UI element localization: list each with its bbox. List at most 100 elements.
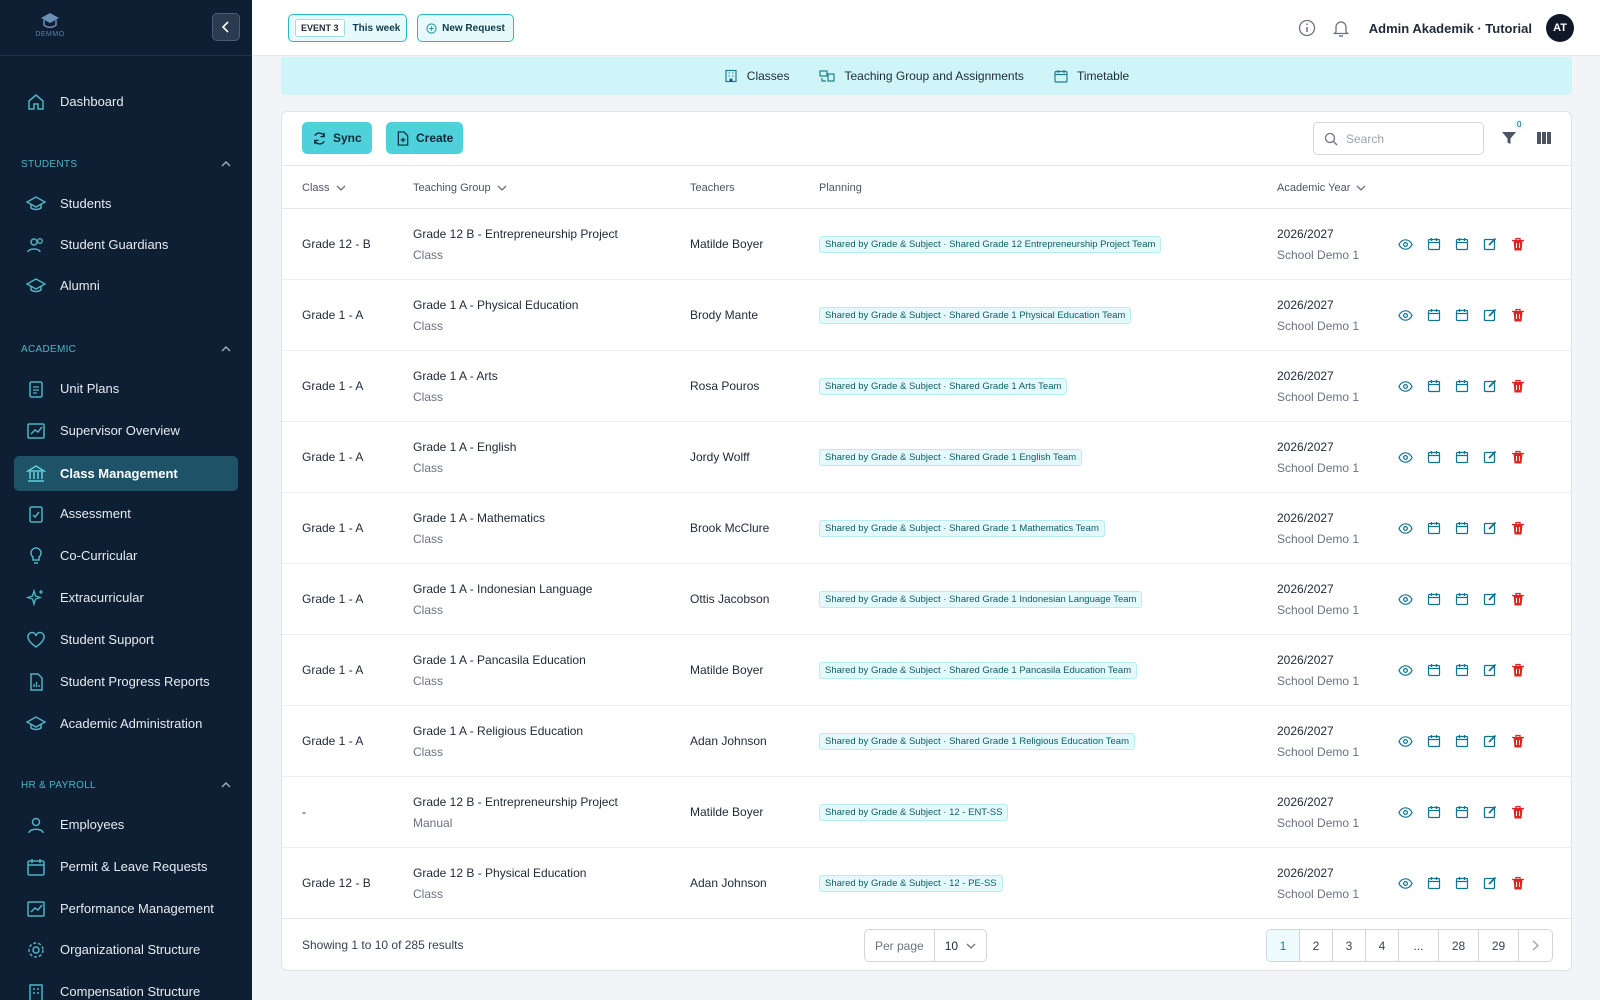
- new-request-button[interactable]: New Request: [417, 14, 514, 42]
- edit-icon[interactable]: [1481, 591, 1498, 608]
- delete-icon[interactable]: [1509, 591, 1526, 608]
- delete-icon[interactable]: [1509, 520, 1526, 537]
- per-page-select[interactable]: 10: [935, 930, 986, 961]
- sidebar-item-academic-administration[interactable]: Academic Administration: [14, 706, 238, 741]
- page-button-3[interactable]: 3: [1333, 930, 1366, 961]
- sidebar-item-extracurricular[interactable]: Extracurricular: [14, 580, 238, 615]
- app-logo[interactable]: DEMMO: [32, 12, 68, 40]
- timetable-icon[interactable]: [1453, 591, 1470, 608]
- edit-icon[interactable]: [1481, 520, 1498, 537]
- view-icon[interactable]: [1397, 449, 1414, 466]
- timetable-icon[interactable]: [1453, 875, 1470, 892]
- search-input[interactable]: [1346, 131, 1466, 146]
- calendar-icon[interactable]: [1425, 591, 1442, 608]
- bell-icon[interactable]: [1331, 18, 1351, 38]
- calendar-icon[interactable]: [1425, 804, 1442, 821]
- column-header-academic-year[interactable]: Academic Year: [1277, 166, 1366, 209]
- edit-icon[interactable]: [1481, 733, 1498, 750]
- sidebar-item-employees[interactable]: Employees: [14, 807, 238, 842]
- page-button-28[interactable]: 28: [1439, 930, 1479, 961]
- calendar-icon[interactable]: [1425, 236, 1442, 253]
- edit-icon[interactable]: [1481, 804, 1498, 821]
- view-icon[interactable]: [1397, 804, 1414, 821]
- event-chip[interactable]: EVENT 3 This week: [288, 14, 408, 42]
- calendar-icon[interactable]: [1425, 307, 1442, 324]
- delete-icon[interactable]: [1509, 449, 1526, 466]
- page-button-4[interactable]: 4: [1366, 930, 1399, 961]
- sidebar-item-student-support[interactable]: Student Support: [14, 622, 238, 657]
- sidebar-item-compensation-structure[interactable]: Compensation Structure: [14, 974, 238, 1000]
- create-button[interactable]: Create: [386, 122, 464, 154]
- delete-icon[interactable]: [1509, 733, 1526, 750]
- page-button-29[interactable]: 29: [1479, 930, 1519, 961]
- delete-icon[interactable]: [1509, 378, 1526, 395]
- sidebar-item-alumni[interactable]: Alumni: [14, 268, 238, 303]
- calendar-icon[interactable]: [1425, 662, 1442, 679]
- tab-teaching-group[interactable]: Teaching Group and Assignments: [819, 69, 1024, 83]
- collapse-sidebar-button[interactable]: [212, 13, 240, 41]
- timetable-icon[interactable]: [1453, 236, 1470, 253]
- column-header-teaching-group[interactable]: Teaching Group: [413, 166, 507, 209]
- avatar[interactable]: AT: [1546, 14, 1574, 42]
- section-academic[interactable]: ACADEMIC: [21, 341, 231, 357]
- timetable-icon[interactable]: [1453, 733, 1470, 750]
- tab-classes[interactable]: Classes: [724, 69, 789, 83]
- edit-icon[interactable]: [1481, 875, 1498, 892]
- view-icon[interactable]: [1397, 520, 1414, 537]
- sidebar-item-unit-plans[interactable]: Unit Plans: [14, 371, 238, 406]
- timetable-icon[interactable]: [1453, 804, 1470, 821]
- calendar-icon[interactable]: [1425, 449, 1442, 466]
- columns-icon[interactable]: [1535, 129, 1553, 147]
- edit-icon[interactable]: [1481, 378, 1498, 395]
- edit-icon[interactable]: [1481, 449, 1498, 466]
- calendar-icon[interactable]: [1425, 378, 1442, 395]
- calendar-icon[interactable]: [1425, 875, 1442, 892]
- page-button-1[interactable]: 1: [1267, 930, 1300, 961]
- sidebar-item-permit-leave-requests[interactable]: Permit & Leave Requests: [14, 849, 238, 884]
- edit-icon[interactable]: [1481, 236, 1498, 253]
- view-icon[interactable]: [1397, 591, 1414, 608]
- view-icon[interactable]: [1397, 875, 1414, 892]
- info-icon[interactable]: [1297, 18, 1317, 38]
- user-name[interactable]: Admin Akademik · Tutorial: [1369, 21, 1532, 36]
- sidebar-item-class-management[interactable]: Class Management: [14, 456, 238, 491]
- delete-icon[interactable]: [1509, 307, 1526, 324]
- delete-icon[interactable]: [1509, 662, 1526, 679]
- view-icon[interactable]: [1397, 307, 1414, 324]
- edit-icon[interactable]: [1481, 662, 1498, 679]
- sidebar-item-co-curricular[interactable]: Co-Curricular: [14, 538, 238, 573]
- view-icon[interactable]: [1397, 662, 1414, 679]
- timetable-icon[interactable]: [1453, 662, 1470, 679]
- sidebar-item-dashboard[interactable]: Dashboard: [14, 84, 238, 119]
- class-value: Grade 12 - B: [302, 237, 371, 251]
- section-hr-payroll[interactable]: HR & PAYROLL: [21, 777, 231, 793]
- calendar-icon[interactable]: [1425, 733, 1442, 750]
- delete-icon[interactable]: [1509, 875, 1526, 892]
- sidebar-item-students[interactable]: Students: [14, 186, 238, 221]
- calendar-icon[interactable]: [1425, 520, 1442, 537]
- edit-icon[interactable]: [1481, 307, 1498, 324]
- view-icon[interactable]: [1397, 378, 1414, 395]
- timetable-icon[interactable]: [1453, 307, 1470, 324]
- sidebar-item-performance-management[interactable]: Performance Management: [14, 891, 238, 926]
- section-students[interactable]: STUDENTS: [21, 156, 231, 172]
- view-icon[interactable]: [1397, 236, 1414, 253]
- sidebar-item-assessment[interactable]: Assessment: [14, 496, 238, 531]
- sync-button[interactable]: Sync: [302, 122, 372, 154]
- view-icon[interactable]: [1397, 733, 1414, 750]
- next-page-button[interactable]: [1519, 930, 1552, 961]
- sidebar-item-label: Supervisor Overview: [60, 423, 180, 438]
- page-button-2[interactable]: 2: [1300, 930, 1333, 961]
- tab-timetable[interactable]: Timetable: [1054, 69, 1129, 83]
- filter-icon[interactable]: [1500, 129, 1518, 147]
- sidebar-item-student-guardians[interactable]: Student Guardians: [14, 227, 238, 262]
- sidebar-item-organizational-structure[interactable]: Organizational Structure: [14, 932, 238, 967]
- delete-icon[interactable]: [1509, 804, 1526, 821]
- sidebar-item-supervisor-overview[interactable]: Supervisor Overview: [14, 413, 238, 448]
- timetable-icon[interactable]: [1453, 520, 1470, 537]
- delete-icon[interactable]: [1509, 236, 1526, 253]
- timetable-icon[interactable]: [1453, 449, 1470, 466]
- sidebar-item-student-progress-reports[interactable]: Student Progress Reports: [14, 664, 238, 699]
- timetable-icon[interactable]: [1453, 378, 1470, 395]
- column-header-class[interactable]: Class: [302, 166, 346, 209]
